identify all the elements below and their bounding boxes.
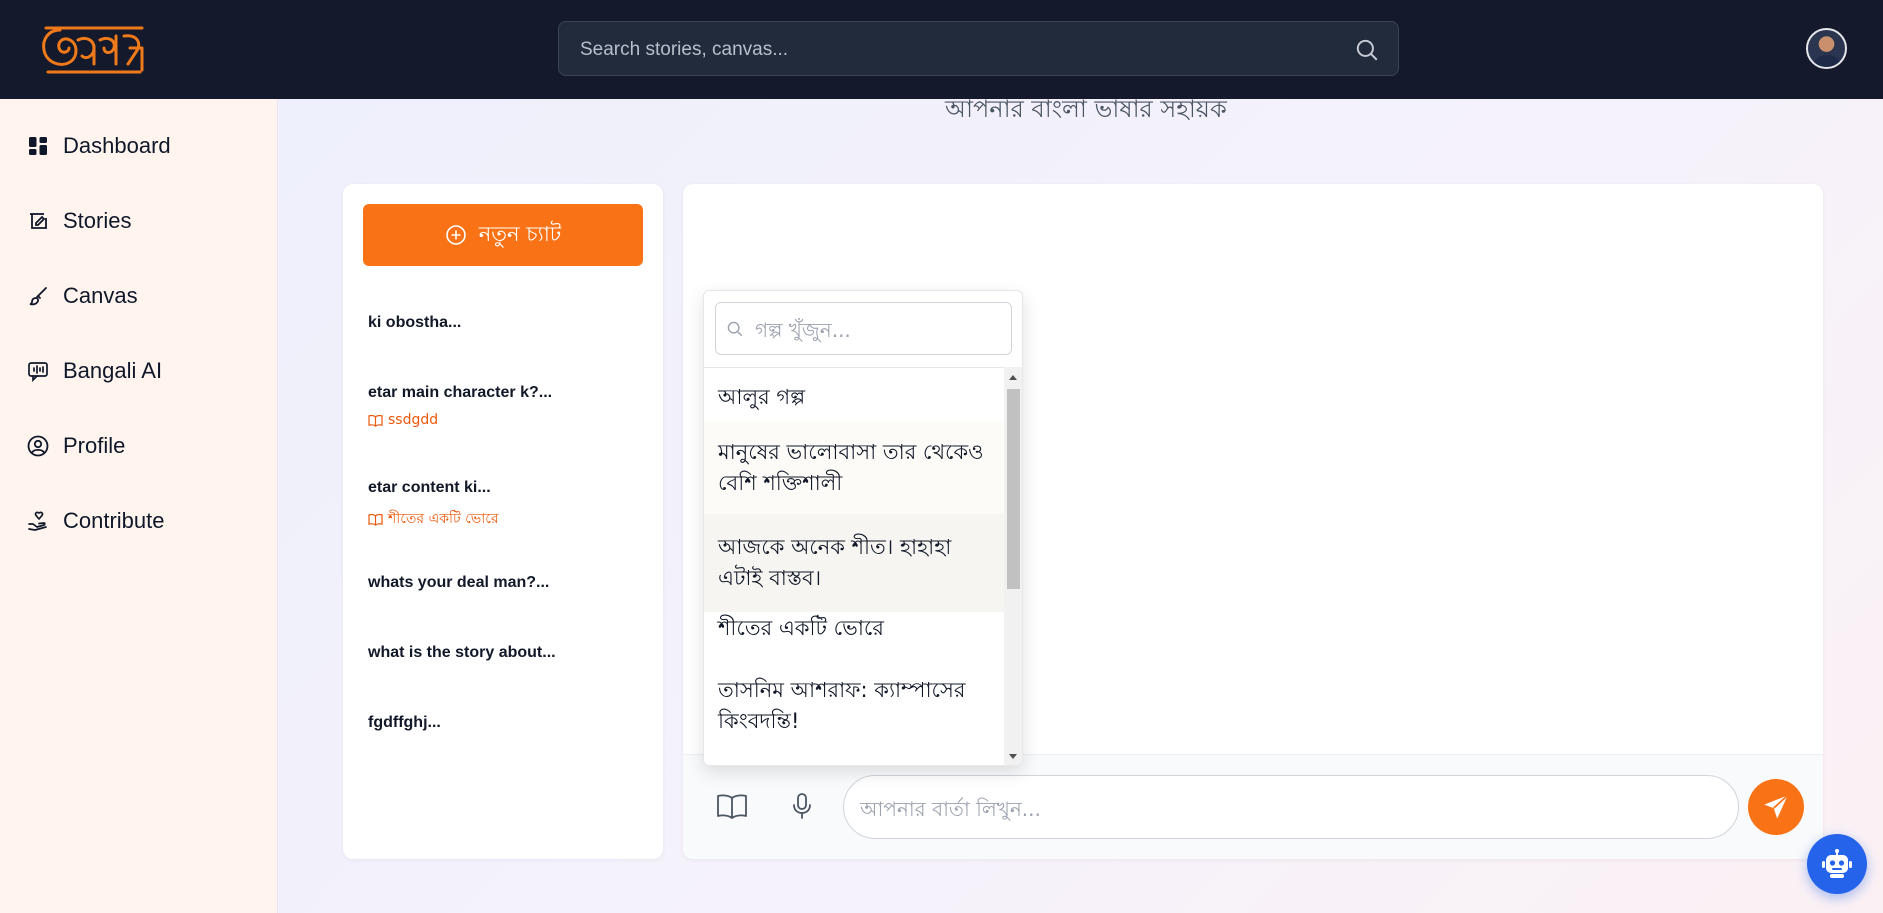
story-option[interactable]: তাসনিম আশরাফ: ক্যাম্পাসের কিংবদন্তি! bbox=[704, 675, 1004, 737]
send-button[interactable] bbox=[1748, 779, 1804, 835]
story-search-input[interactable]: গল্প খুঁজুন... bbox=[715, 302, 1012, 355]
new-chat-button[interactable]: নতুন চ্যাট bbox=[363, 204, 643, 266]
ai-icon bbox=[27, 360, 49, 382]
chat-history-item[interactable]: whats your deal man?... bbox=[368, 574, 648, 592]
dashboard-icon bbox=[27, 135, 49, 157]
sidebar-item-label: Contribute bbox=[63, 508, 165, 533]
sidebar-item-label: Stories bbox=[63, 208, 132, 233]
new-chat-label: নতুন চ্যাট bbox=[478, 221, 562, 246]
message-composer: আপনার বার্তা লিখুন... bbox=[683, 754, 1823, 859]
sidebar-item-label: Profile bbox=[63, 433, 126, 458]
story-option[interactable]: আজকে অনেক শীত। হাহাহা এটাই বাস্তব। bbox=[704, 514, 1004, 612]
sidebar-item-canvas[interactable]: Canvas bbox=[27, 276, 138, 316]
sidebar-item-bangali-ai[interactable]: Bangali AI bbox=[27, 351, 162, 391]
chat-history-item[interactable]: what is the story about... bbox=[368, 644, 648, 662]
chat-title: etar main character k?... bbox=[368, 384, 553, 401]
sidebar: Dashboard Stories Canvas Bangali AI Prof… bbox=[0, 99, 278, 913]
story-list: আলুর গল্প মানুষের ভালোবাসা তার থেকেও বেশ… bbox=[704, 367, 1004, 765]
stories-icon bbox=[27, 210, 49, 232]
sidebar-item-label: Bangali AI bbox=[63, 358, 163, 383]
chat-title: whats your deal man?... bbox=[368, 574, 550, 591]
sidebar-item-label: Canvas bbox=[63, 283, 138, 308]
story-list-scrollbar[interactable] bbox=[1004, 367, 1022, 765]
chat-title: ki obostha... bbox=[368, 314, 462, 331]
chat-history-panel: নতুন চ্যাট ki obostha... etar main chara… bbox=[343, 184, 663, 859]
contribute-icon bbox=[27, 510, 49, 532]
app-logo[interactable] bbox=[38, 18, 150, 76]
scroll-thumb[interactable] bbox=[1007, 389, 1020, 589]
chat-title: fgdffghj... bbox=[368, 714, 441, 731]
chat-history-item[interactable]: fgdffghj... bbox=[368, 714, 648, 732]
chat-title: what is the story about... bbox=[368, 644, 556, 661]
user-avatar[interactable] bbox=[1806, 28, 1847, 69]
top-bar: Search stories, canvas... bbox=[0, 0, 1883, 99]
sidebar-item-label: Dashboard bbox=[63, 133, 171, 158]
global-search-input[interactable]: Search stories, canvas... bbox=[558, 21, 1399, 76]
message-input[interactable]: আপনার বার্তা লিখুন... bbox=[843, 775, 1739, 839]
sidebar-item-dashboard[interactable]: Dashboard bbox=[27, 126, 171, 166]
microphone-icon[interactable] bbox=[790, 791, 814, 821]
search-placeholder: Search stories, canvas... bbox=[580, 39, 789, 60]
sidebar-item-profile[interactable]: Profile bbox=[27, 426, 125, 466]
story-option[interactable]: মানুষের ভালোবাসা তার থেকেও বেশি শক্তিশাল… bbox=[704, 421, 1004, 515]
plus-circle-icon bbox=[445, 225, 466, 245]
story-search-placeholder: গল্প খুঁজুন... bbox=[755, 318, 851, 342]
sidebar-item-contribute[interactable]: Contribute bbox=[27, 501, 165, 541]
chat-story-tag: ssdgdd bbox=[368, 412, 648, 428]
send-icon bbox=[1764, 794, 1789, 819]
chat-story-name: শীতের একটি ভোরে bbox=[388, 511, 499, 527]
chat-history-item[interactable]: etar main character k?... ssdgdd bbox=[368, 384, 648, 428]
scroll-up-arrow[interactable] bbox=[1009, 375, 1017, 380]
brush-icon bbox=[27, 285, 49, 307]
chat-history-item[interactable]: ki obostha... bbox=[368, 314, 648, 332]
chat-title: etar content ki... bbox=[368, 479, 491, 496]
scroll-down-arrow[interactable] bbox=[1009, 754, 1017, 759]
chat-story-name: ssdgdd bbox=[388, 412, 439, 428]
story-option[interactable]: শীতের একটি ভোরে bbox=[704, 613, 1004, 644]
user-circle-icon bbox=[27, 435, 49, 457]
chat-story-tag: শীতের একটি ভোরে bbox=[368, 507, 648, 531]
chatbot-button[interactable] bbox=[1807, 834, 1867, 894]
chat-history-item[interactable]: etar content ki... শীতের একটি ভোরে bbox=[368, 479, 648, 531]
story-option[interactable]: আলুর গল্প bbox=[704, 382, 1004, 413]
story-picker-dropdown: গল্প খুঁজুন... আলুর গল্প মানুষের ভালোবাস… bbox=[703, 290, 1023, 766]
robot-icon bbox=[1822, 849, 1852, 878]
message-placeholder: আপনার বার্তা লিখুন... bbox=[860, 797, 1041, 821]
search-icon[interactable] bbox=[1354, 37, 1380, 63]
book-icon bbox=[368, 513, 383, 526]
book-icon bbox=[368, 414, 383, 427]
search-icon bbox=[727, 321, 743, 337]
sidebar-item-stories[interactable]: Stories bbox=[27, 201, 131, 241]
book-icon[interactable] bbox=[716, 791, 748, 821]
